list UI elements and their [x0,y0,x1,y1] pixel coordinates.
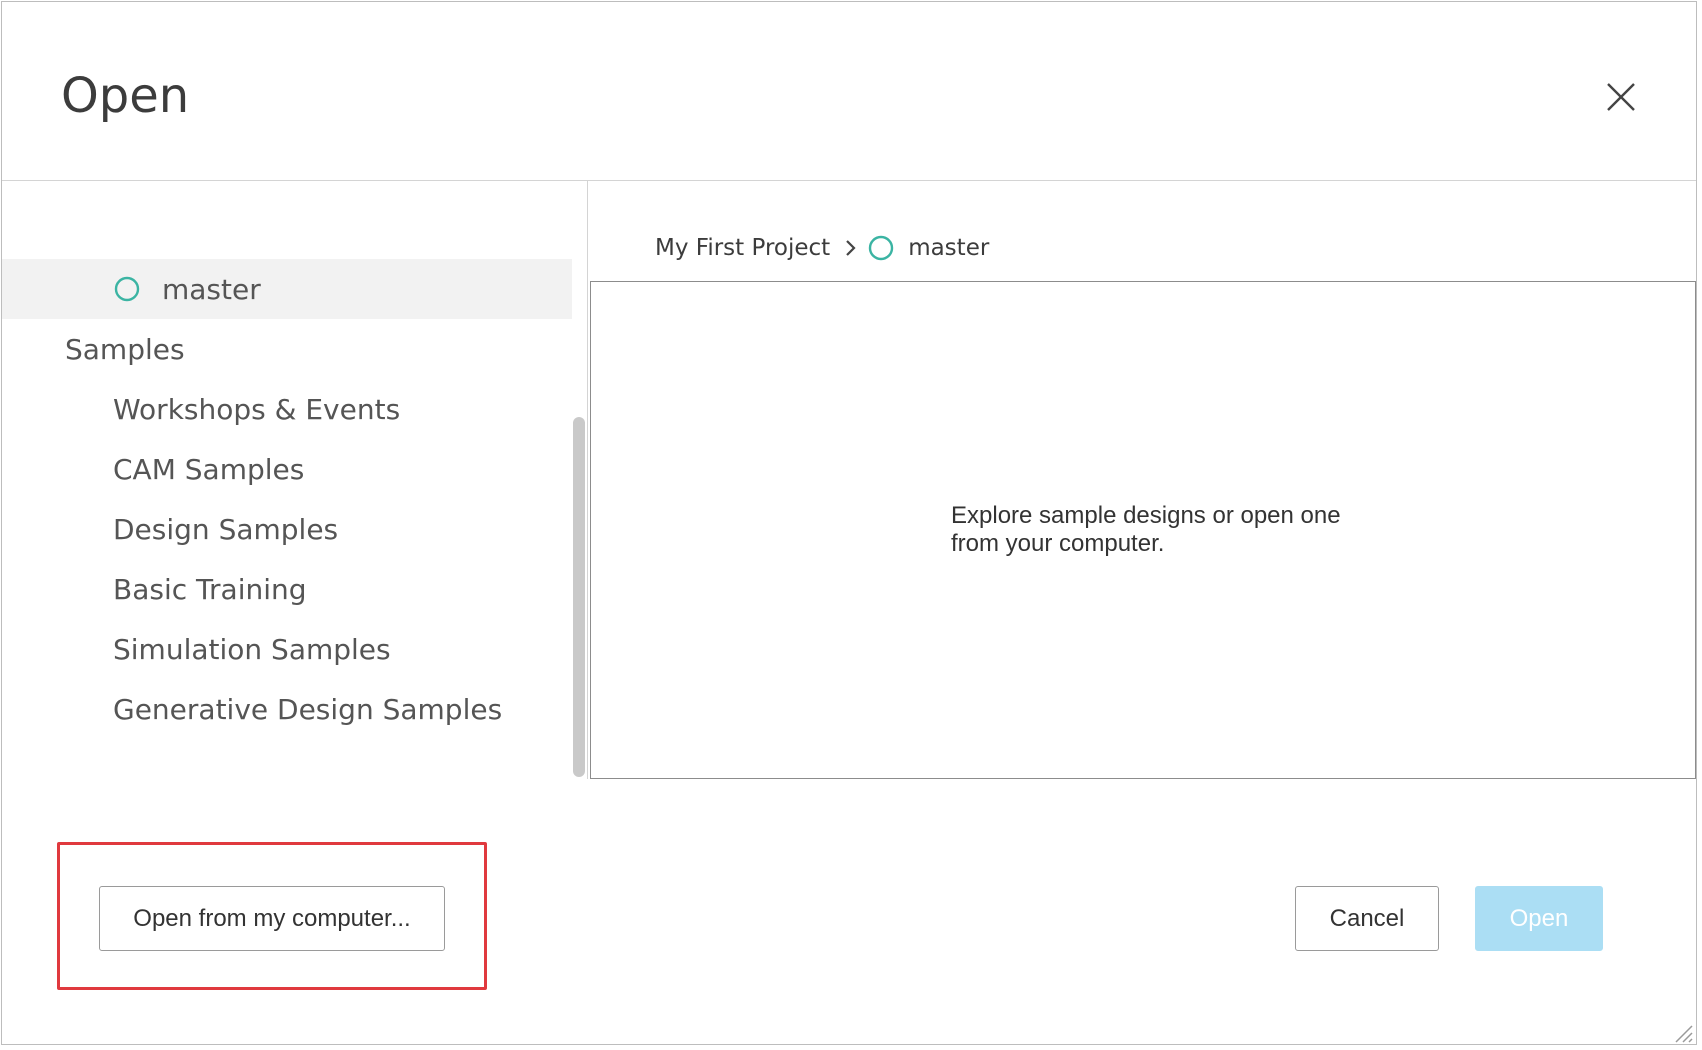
branch-circle-icon [868,235,894,261]
tree-group-samples[interactable]: Samples [2,319,572,379]
tree-item-branch-master[interactable]: master [2,259,572,319]
dialog-title: Open [61,68,190,124]
cancel-button[interactable]: Cancel [1295,886,1439,951]
open-dialog: Open master Samples Workshops & Events C… [1,1,1697,1045]
file-browser-area[interactable]: Explore sample designs or open one from … [590,281,1696,779]
chevron-right-icon [846,240,856,256]
tree-item-label: Workshops & Events [113,392,401,426]
content-pane: My First Project master Explore sample d… [588,181,1696,779]
tree-item-label: Design Samples [113,512,339,546]
dialog-header: Open [2,2,1696,181]
breadcrumb-project[interactable]: My First Project [655,235,830,261]
tree-item-design-samples[interactable]: Design Samples [2,499,572,559]
tree-item-workshops[interactable]: Workshops & Events [2,379,572,439]
tree-item-label: Simulation Samples [113,632,391,666]
branch-circle-icon [114,276,140,302]
tree-item-simulation-samples[interactable]: Simulation Samples [2,619,572,679]
tree-item-generative-design-samples[interactable]: Generative Design Samples [2,679,572,739]
breadcrumb: My First Project master [655,231,989,265]
tree-item-label: Basic Training [113,572,307,606]
open-from-computer-button[interactable]: Open from my computer... [99,886,445,951]
resize-grip-icon[interactable] [1672,1022,1694,1044]
breadcrumb-branch[interactable]: master [908,235,989,261]
dialog-footer: Open from my computer... Cancel Open [2,780,1696,1046]
open-button[interactable]: Open [1475,886,1603,951]
tree-item-basic-training[interactable]: Basic Training [2,559,572,619]
tree-scrollbar[interactable] [573,417,585,777]
empty-state-message: Explore sample designs or open one from … [951,502,1341,557]
project-tree: master Samples Workshops & Events CAM Sa… [2,181,588,779]
close-button[interactable] [1594,70,1648,124]
close-icon [1607,83,1635,111]
tree-item-label: Generative Design Samples [113,692,503,726]
tree-item-cam-samples[interactable]: CAM Samples [2,439,572,499]
tree-group-label: Samples [65,332,185,366]
tree-item-label: CAM Samples [113,452,305,486]
tree-item-label: master [162,272,261,306]
